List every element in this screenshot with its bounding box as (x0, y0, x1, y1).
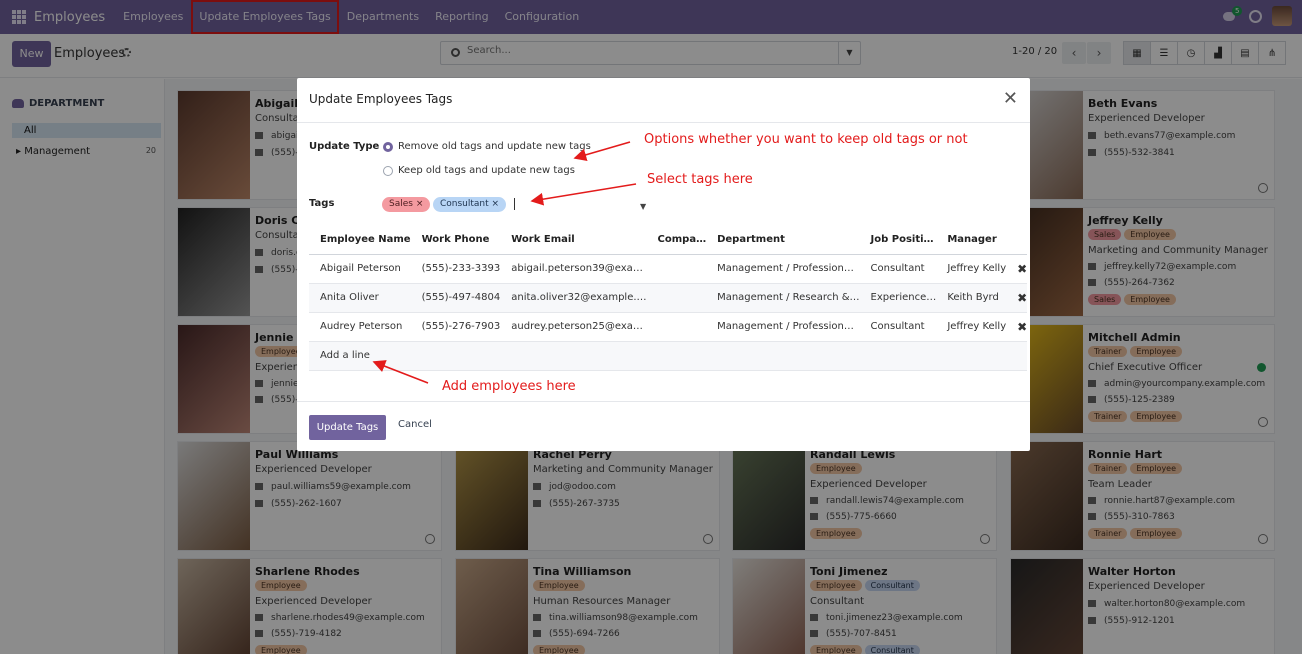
dialog-footer: Update Tags Cancel (297, 401, 1030, 451)
tags-input[interactable] (514, 198, 515, 210)
cell-job-position[interactable]: Experience… (859, 283, 937, 313)
delete-row-icon[interactable]: ✖ (1006, 254, 1028, 284)
cell-work-phone[interactable]: (555)-276-7903 (410, 312, 501, 342)
cell-manager[interactable]: Jeffrey Kelly (936, 312, 1007, 342)
cell-manager[interactable]: Jeffrey Kelly (936, 254, 1007, 284)
annotation-select-note: Select tags here (647, 172, 753, 187)
table-row[interactable]: Audrey Peterson (555)-276-7903 audrey.pe… (309, 312, 1028, 342)
column-header[interactable]: Job Positi… (859, 226, 937, 255)
add-line-row: Add a line (309, 341, 1028, 371)
tag-chip-consultant: Consultant × (433, 197, 507, 212)
cell-company[interactable] (646, 312, 707, 342)
cell-manager[interactable]: Keith Byrd (936, 283, 1007, 313)
update-tags-button[interactable]: Update Tags (309, 415, 386, 440)
update-type-label: Update Type (309, 141, 380, 152)
delete-row-icon[interactable]: ✖ (1006, 283, 1028, 313)
cell-department[interactable]: Management / Research &… (706, 283, 860, 313)
remove-tag-icon[interactable]: × (416, 199, 424, 209)
cell-company[interactable] (646, 283, 707, 313)
cell-work-email[interactable]: anita.oliver32@example.… (500, 283, 647, 313)
cell-job-position[interactable]: Consultant (859, 254, 937, 284)
remove-tag-icon[interactable]: × (492, 199, 500, 209)
employee-lines-table: Employee Name Work Phone Work Email Comp… (309, 226, 1028, 371)
cell-work-email[interactable]: audrey.peterson25@exa… (500, 312, 647, 342)
cancel-button[interactable]: Cancel (398, 419, 432, 430)
annotation-add-note: Add employees here (442, 379, 576, 394)
radio-remove-old-tags[interactable] (383, 142, 393, 152)
table-row[interactable]: Abigail Peterson (555)-233-3393 abigail.… (309, 254, 1028, 284)
cell-employee-name[interactable]: Anita Oliver (309, 283, 411, 313)
column-header[interactable]: Work Phone (410, 226, 501, 255)
radio-keep-old-tags[interactable] (383, 166, 393, 176)
column-header[interactable]: Department (706, 226, 860, 255)
cell-job-position[interactable]: Consultant (859, 312, 937, 342)
cell-company[interactable] (646, 254, 707, 284)
table-row[interactable]: Anita Oliver (555)-497-4804 anita.oliver… (309, 283, 1028, 313)
column-header[interactable]: Work Email (500, 226, 647, 255)
add-a-line-link[interactable]: Add a line (309, 341, 1028, 371)
cell-work-email[interactable]: abigail.peterson39@exa… (500, 254, 647, 284)
cell-work-phone[interactable]: (555)-233-3393 (410, 254, 501, 284)
tags-dropdown-caret-icon[interactable]: ▼ (640, 202, 646, 211)
column-header[interactable]: Manager (936, 226, 1007, 255)
column-header[interactable]: Employee Name (309, 226, 411, 255)
column-header (1006, 226, 1028, 255)
cell-department[interactable]: Management / Profession… (706, 312, 860, 342)
dialog-header: Update Employees Tags ✕ (297, 78, 1030, 123)
dialog-title: Update Employees Tags (309, 92, 453, 106)
close-icon[interactable]: ✕ (1003, 88, 1018, 109)
cell-work-phone[interactable]: (555)-497-4804 (410, 283, 501, 313)
table-header-row: Employee Name Work Phone Work Email Comp… (309, 226, 1028, 255)
cell-department[interactable]: Management / Profession… (706, 254, 860, 284)
tag-chip-sales: Sales × (382, 197, 431, 212)
radio-keep-old-tags-label[interactable]: Keep old tags and update new tags (398, 165, 575, 176)
annotation-options-note: Options whether you want to keep old tag… (644, 132, 968, 147)
delete-row-icon[interactable]: ✖ (1006, 312, 1028, 342)
cell-employee-name[interactable]: Audrey Peterson (309, 312, 411, 342)
column-header[interactable]: Compa… (646, 226, 707, 255)
tags-label: Tags (309, 198, 335, 209)
cell-employee-name[interactable]: Abigail Peterson (309, 254, 411, 284)
radio-remove-old-tags-label[interactable]: Remove old tags and update new tags (398, 141, 591, 152)
